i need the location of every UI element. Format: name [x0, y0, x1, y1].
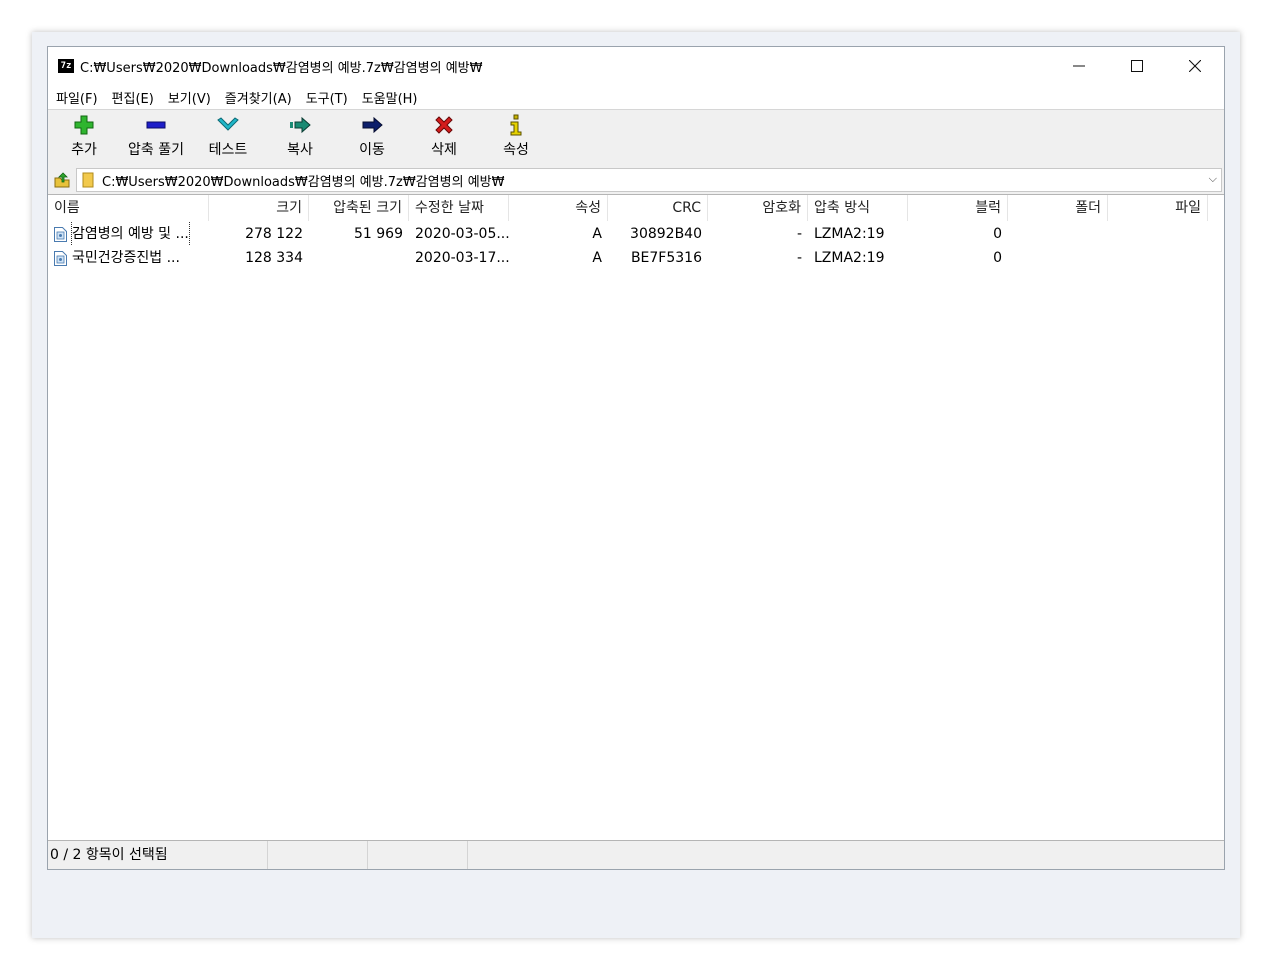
file-block: 0	[993, 226, 1002, 242]
file-list: 이름 크기 압축된 크기 수정한 날짜 속성 CRC 암호화 압축 방식 블럭 …	[48, 195, 1224, 841]
minimize-icon	[1073, 65, 1085, 67]
column-header-method[interactable]: 압축 방식	[808, 195, 908, 221]
status-cell-size	[268, 841, 368, 869]
menu-tools[interactable]: 도구(T)	[299, 88, 355, 107]
selection-status: 0 / 2 항목이 선택됨	[48, 841, 268, 869]
column-header-size[interactable]: 크기	[209, 195, 309, 221]
add-label: 추가	[71, 142, 97, 158]
delete-button[interactable]: 삭제	[408, 110, 480, 164]
file-folders	[1008, 222, 1108, 246]
column-header-crc[interactable]: CRC	[608, 195, 708, 221]
window-controls	[1050, 47, 1224, 85]
column-header-folders[interactable]: 폴더	[1008, 195, 1108, 221]
file-attributes: A	[592, 226, 602, 242]
file-files	[1108, 246, 1208, 270]
move-button[interactable]: 이동	[336, 110, 408, 164]
maximize-button[interactable]	[1108, 47, 1166, 85]
address-path: C:₩Users₩2020₩Downloads₩감염병의 예방.7z₩감염병의 …	[102, 174, 505, 190]
info-icon	[510, 114, 522, 136]
folder-icon	[82, 172, 94, 188]
file-method: LZMA2:19	[814, 226, 885, 242]
column-header-name[interactable]: 이름	[48, 195, 209, 221]
column-header-encrypted[interactable]: 암호화	[708, 195, 808, 221]
table-row[interactable]: 국민건강증진법 ... 128 334 2020-03-17... A BE7F…	[48, 246, 1224, 270]
menu-view[interactable]: 보기(V)	[161, 88, 218, 107]
app-window: 7z C:₩Users₩2020₩Downloads₩감염병의 예방.7z₩감염…	[47, 46, 1225, 870]
minimize-button[interactable]	[1050, 47, 1108, 85]
menu-bar: 파일(F) 편집(E) 보기(V) 즐겨찾기(A) 도구(T) 도움말(H)	[48, 85, 1224, 109]
file-modified: 2020-03-05...	[415, 226, 509, 242]
test-button[interactable]: 테스트	[192, 110, 264, 164]
plus-icon	[74, 115, 94, 135]
file-name: 국민건강증진법 ...	[72, 250, 180, 266]
minus-icon	[146, 121, 166, 129]
file-crc: BE7F5316	[630, 250, 702, 266]
status-bar: 0 / 2 항목이 선택됨	[48, 840, 1224, 869]
file-attributes: A	[592, 250, 602, 266]
column-header-packed-size[interactable]: 압축된 크기	[309, 195, 409, 221]
column-header-block[interactable]: 블럭	[908, 195, 1008, 221]
copy-label: 복사	[287, 142, 313, 158]
title-bar: 7z C:₩Users₩2020₩Downloads₩감염병의 예방.7z₩감염…	[48, 47, 1224, 85]
menu-favorites[interactable]: 즐겨찾기(A)	[218, 88, 299, 107]
file-name-cell: 감염병의 예방 및 ...	[48, 222, 209, 246]
extract-button[interactable]: 압축 풀기	[120, 110, 192, 164]
copy-arrow-icon	[290, 116, 311, 134]
info-button[interactable]: 속성	[480, 110, 552, 164]
menu-help[interactable]: 도움말(H)	[355, 88, 425, 107]
document-icon	[54, 226, 68, 242]
column-header-files[interactable]: 파일	[1108, 195, 1208, 221]
maximize-icon	[1131, 60, 1143, 72]
list-header: 이름 크기 압축된 크기 수정한 날짜 속성 CRC 암호화 압축 방식 블럭 …	[48, 195, 1224, 222]
file-files	[1108, 222, 1208, 246]
file-packed-size: 51 969	[354, 226, 403, 242]
move-label: 이동	[359, 142, 385, 158]
move-arrow-icon	[362, 116, 383, 134]
file-name-cell: 국민건강증진법 ...	[48, 246, 209, 270]
7zip-app-icon: 7z	[58, 59, 74, 73]
document-icon	[54, 250, 68, 266]
file-encrypted: -	[796, 250, 802, 266]
file-modified: 2020-03-17...	[415, 250, 509, 266]
column-header-attributes[interactable]: 속성	[509, 195, 608, 221]
table-row[interactable]: 감염병의 예방 및 ... 278 122 51 969 2020-03-05.…	[48, 222, 1224, 246]
status-cell-packed	[368, 841, 468, 869]
test-label: 테스트	[208, 142, 248, 158]
close-icon	[1189, 60, 1201, 72]
file-method: LZMA2:19	[814, 250, 885, 266]
menu-file[interactable]: 파일(F)	[48, 88, 105, 107]
close-button[interactable]	[1166, 47, 1224, 85]
folder-up-icon	[54, 172, 70, 188]
add-button[interactable]: 추가	[48, 110, 120, 164]
file-crc: 30892B40	[630, 226, 702, 242]
menu-edit[interactable]: 편집(E)	[105, 88, 161, 107]
file-block: 0	[993, 250, 1002, 266]
file-size: 278 122	[245, 226, 303, 242]
extract-label: 압축 풀기	[128, 142, 184, 158]
address-combobox[interactable]: C:₩Users₩2020₩Downloads₩감염병의 예방.7z₩감염병의 …	[76, 168, 1222, 192]
delete-label: 삭제	[431, 142, 457, 158]
file-size: 128 334	[245, 250, 303, 266]
chevron-down-icon[interactable]: ⌵	[1209, 172, 1217, 186]
copy-button[interactable]: 복사	[264, 110, 336, 164]
file-encrypted: -	[796, 226, 802, 242]
window-title: C:₩Users₩2020₩Downloads₩감염병의 예방.7z₩감염병의 …	[80, 60, 483, 76]
toolbar: 추가 압축 풀기 테스트 복사 이동 삭제 속성	[48, 109, 1224, 168]
checkmark-chevron-icon	[217, 117, 239, 131]
up-folder-button[interactable]	[48, 167, 76, 193]
file-name: 감염병의 예방 및 ...	[71, 222, 190, 246]
file-packed-size	[309, 246, 409, 270]
column-header-modified[interactable]: 수정한 날짜	[409, 195, 509, 221]
address-bar: C:₩Users₩2020₩Downloads₩감염병의 예방.7z₩감염병의 …	[48, 166, 1224, 195]
info-label: 속성	[503, 142, 529, 158]
delete-x-icon	[435, 116, 453, 134]
file-folders	[1008, 246, 1108, 270]
